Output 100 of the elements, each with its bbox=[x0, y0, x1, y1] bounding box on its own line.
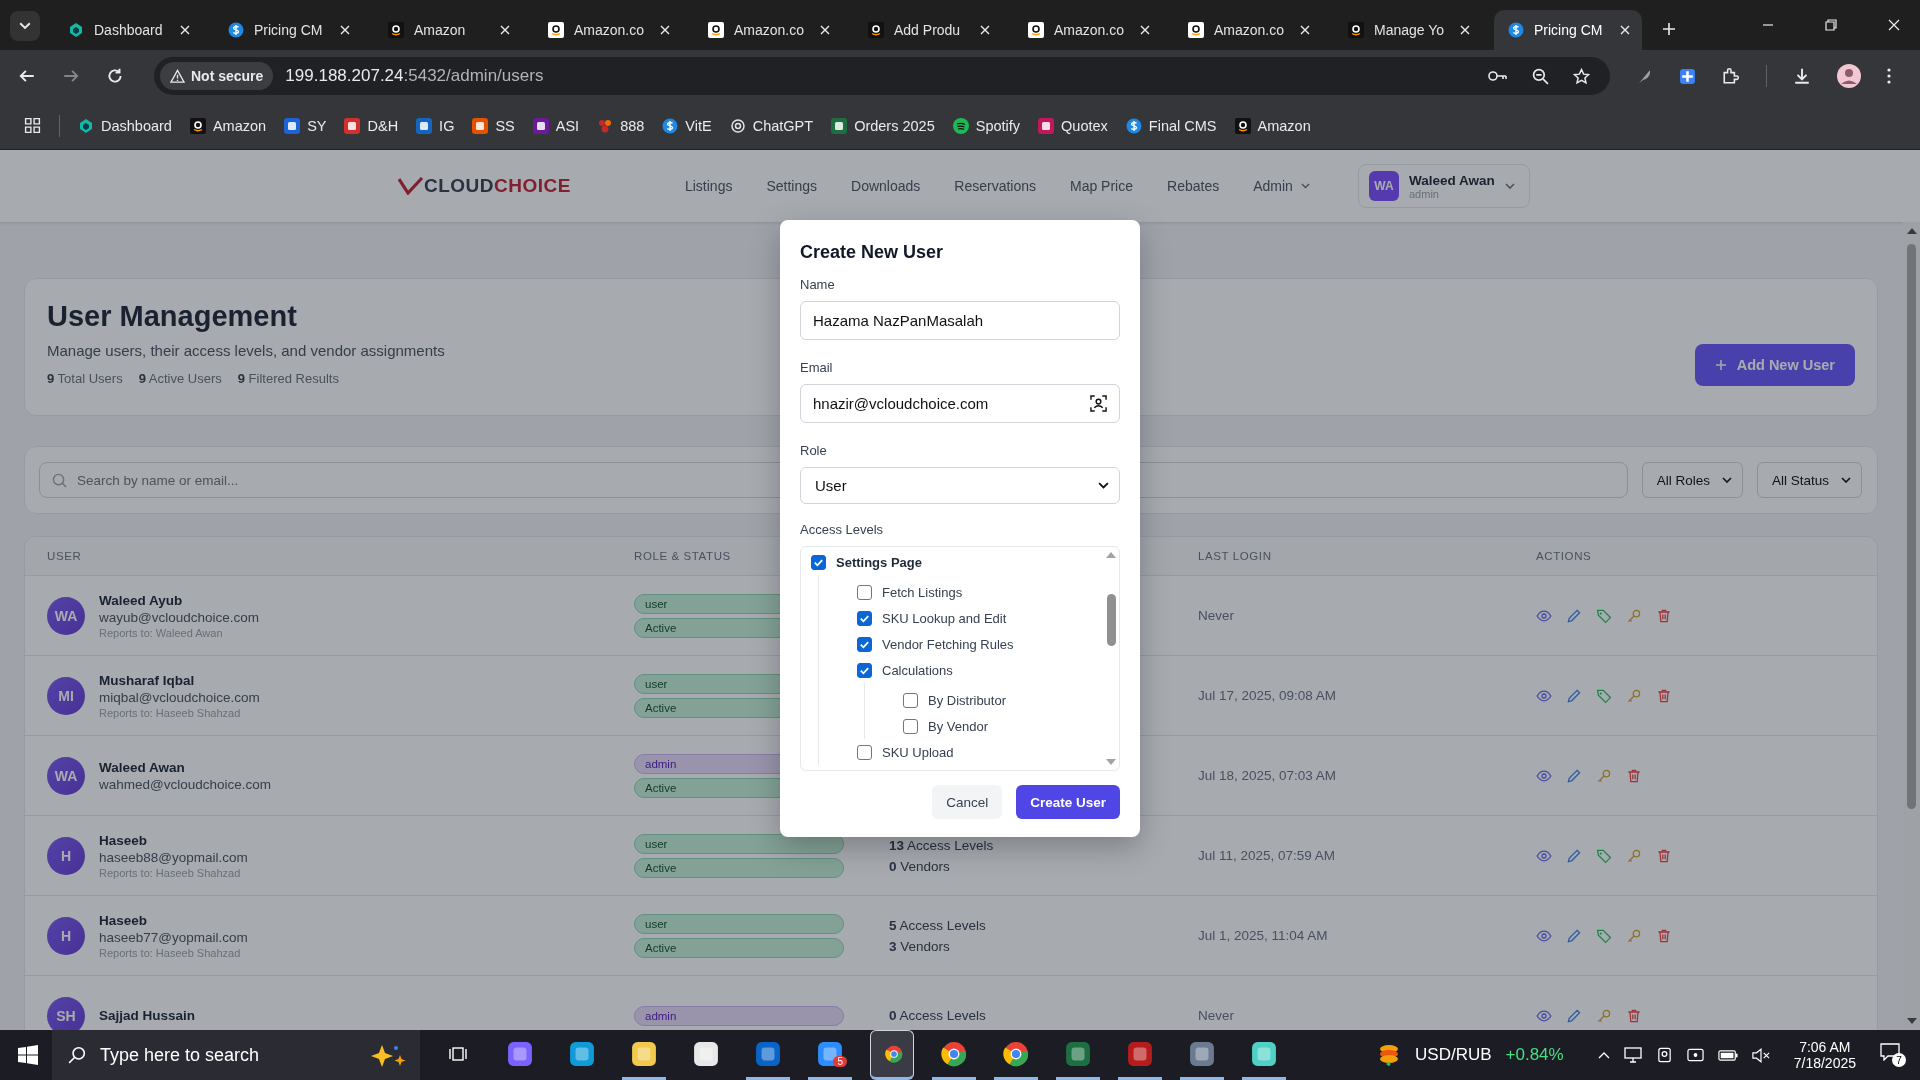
pencil-icon[interactable] bbox=[1566, 1007, 1582, 1024]
scroll-up-arrow-icon[interactable] bbox=[1906, 228, 1917, 234]
bookmark[interactable]: Final CMS bbox=[1125, 117, 1217, 134]
reload-icon[interactable] bbox=[106, 67, 124, 85]
browser-tab[interactable]: Amazon.co bbox=[694, 10, 842, 50]
chevron-up-icon[interactable] bbox=[1597, 1051, 1610, 1059]
pencil-icon[interactable] bbox=[1566, 767, 1582, 784]
trash-icon[interactable] bbox=[1626, 1007, 1642, 1024]
trash-icon[interactable] bbox=[1656, 927, 1672, 944]
close-icon[interactable] bbox=[1140, 25, 1150, 35]
bookmark[interactable]: Orders 2025 bbox=[831, 117, 935, 134]
puzzle-piece-icon[interactable] bbox=[1679, 67, 1696, 85]
close-icon[interactable] bbox=[1300, 25, 1310, 35]
bookmark[interactable]: SS bbox=[472, 117, 515, 134]
camera-icon[interactable] bbox=[1655, 1047, 1673, 1063]
bookmark[interactable]: Dashboard bbox=[78, 117, 172, 134]
checkbox[interactable] bbox=[857, 636, 872, 652]
pencil-icon[interactable] bbox=[1566, 687, 1582, 704]
browser-tab[interactable]: Amazon bbox=[374, 10, 522, 50]
apps-grid-icon[interactable] bbox=[24, 117, 41, 134]
bookmark[interactable]: VitE bbox=[662, 117, 712, 134]
bookmark[interactable]: SY bbox=[284, 117, 327, 134]
nav-link[interactable]: Reservations bbox=[954, 178, 1036, 194]
pencil-icon[interactable] bbox=[1566, 847, 1582, 864]
pencil-icon[interactable] bbox=[1566, 607, 1582, 624]
checkbox[interactable] bbox=[857, 744, 872, 760]
battery-icon[interactable] bbox=[1717, 1049, 1738, 1061]
close-icon[interactable] bbox=[820, 25, 830, 35]
nav-link[interactable]: Map Price bbox=[1070, 178, 1134, 194]
security-chip[interactable]: Not secure bbox=[160, 62, 274, 90]
close-icon[interactable] bbox=[180, 25, 190, 35]
close-icon[interactable] bbox=[1888, 19, 1900, 31]
checkbox[interactable] bbox=[903, 692, 918, 708]
browser-tab[interactable]: Pricing CM bbox=[214, 10, 362, 50]
create-button[interactable]: Create User bbox=[1016, 785, 1120, 819]
nav-link[interactable]: Rebates bbox=[1167, 178, 1220, 194]
close-icon[interactable] bbox=[1620, 25, 1630, 35]
bookmark[interactable]: D&H bbox=[344, 117, 399, 134]
filter-select[interactable]: All Roles bbox=[1641, 462, 1743, 498]
nav-link[interactable]: Admin bbox=[1253, 178, 1293, 194]
plus-icon[interactable] bbox=[1662, 22, 1676, 36]
contact-icon[interactable] bbox=[1090, 395, 1107, 412]
trash-icon[interactable] bbox=[1656, 687, 1672, 704]
browser-tab[interactable]: Amazon.co bbox=[534, 10, 682, 50]
trash-icon[interactable] bbox=[1656, 847, 1672, 864]
checkbox[interactable] bbox=[811, 554, 826, 570]
muted-speaker-icon[interactable] bbox=[1751, 1047, 1770, 1063]
close-icon[interactable] bbox=[660, 25, 670, 35]
close-icon[interactable] bbox=[500, 25, 510, 35]
user-menu[interactable]: WA Waleed Awan admin bbox=[1358, 164, 1530, 208]
menu-icon[interactable] bbox=[1887, 68, 1891, 84]
browser-tab[interactable]: Amazon.co bbox=[1014, 10, 1162, 50]
close-icon[interactable] bbox=[980, 25, 990, 35]
checkbox[interactable] bbox=[857, 610, 872, 626]
bookmark[interactable]: Amazon bbox=[1234, 117, 1311, 134]
bookmark[interactable]: 888 bbox=[597, 117, 645, 134]
nav-link[interactable]: Listings bbox=[684, 178, 733, 194]
trash-icon[interactable] bbox=[1626, 767, 1642, 784]
filter-select[interactable]: All Status bbox=[1756, 462, 1862, 498]
address-bar[interactable]: Not secure 199.188.207.24:5432/admin/users bbox=[154, 57, 1610, 95]
close-icon[interactable] bbox=[1460, 25, 1470, 35]
close-icon[interactable] bbox=[340, 25, 350, 35]
taskbar-search-field[interactable]: Type here to search bbox=[52, 1030, 420, 1080]
bookmark[interactable]: ASI bbox=[532, 117, 580, 134]
bookmark[interactable]: Spotify bbox=[952, 117, 1021, 134]
browser-tab[interactable]: Add Produ bbox=[854, 10, 1002, 50]
bookmark[interactable]: ChatGPT bbox=[729, 117, 814, 134]
download-icon[interactable] bbox=[1793, 67, 1811, 85]
taskbar-app[interactable]: 5 bbox=[808, 1030, 852, 1080]
nav-link[interactable]: Settings bbox=[766, 178, 818, 194]
browser-tab[interactable]: Amazon.co bbox=[1174, 10, 1322, 50]
checkbox[interactable] bbox=[857, 662, 872, 678]
role-select[interactable]: User bbox=[800, 467, 1120, 504]
pencil-icon[interactable] bbox=[1566, 927, 1582, 944]
screen-icon[interactable] bbox=[1686, 1047, 1704, 1063]
bookmark[interactable]: Quotex bbox=[1038, 117, 1108, 134]
bookmark[interactable]: IG bbox=[416, 117, 455, 134]
nav-link[interactable]: Downloads bbox=[851, 178, 921, 194]
logo-mark-icon[interactable] bbox=[398, 177, 424, 195]
scroll-thumb[interactable] bbox=[1907, 244, 1916, 809]
clock[interactable]: 7:06 AM 7/18/2025 bbox=[1793, 1039, 1856, 1071]
name-field[interactable]: Hazama NazPanMasalah bbox=[800, 301, 1120, 340]
windows-logo-icon[interactable] bbox=[18, 1045, 38, 1065]
scroll-down-arrow-icon[interactable] bbox=[1906, 1018, 1917, 1024]
extensions-icon[interactable] bbox=[1722, 67, 1740, 85]
tab-search-button[interactable] bbox=[10, 11, 40, 41]
browser-tab[interactable]: Pricing CM bbox=[1494, 10, 1642, 50]
profile-avatar[interactable] bbox=[1837, 64, 1861, 88]
logo-text[interactable]: CLOUDCHOICE bbox=[424, 175, 571, 197]
checkbox[interactable] bbox=[903, 718, 918, 734]
key-icon[interactable] bbox=[1488, 69, 1508, 83]
browser-tab[interactable]: Manage Yo bbox=[1334, 10, 1482, 50]
email-field[interactable]: hnazir@vcloudchoice.com bbox=[800, 384, 1120, 423]
checkbox[interactable] bbox=[857, 584, 872, 600]
zoom-icon[interactable] bbox=[1532, 67, 1549, 85]
star-icon[interactable] bbox=[1573, 67, 1590, 85]
browser-tab[interactable]: Dashboard bbox=[54, 10, 202, 50]
bookmark[interactable]: Amazon bbox=[189, 117, 267, 134]
cancel-button[interactable]: Cancel bbox=[932, 785, 1003, 819]
taskbar-app[interactable] bbox=[870, 1030, 914, 1080]
